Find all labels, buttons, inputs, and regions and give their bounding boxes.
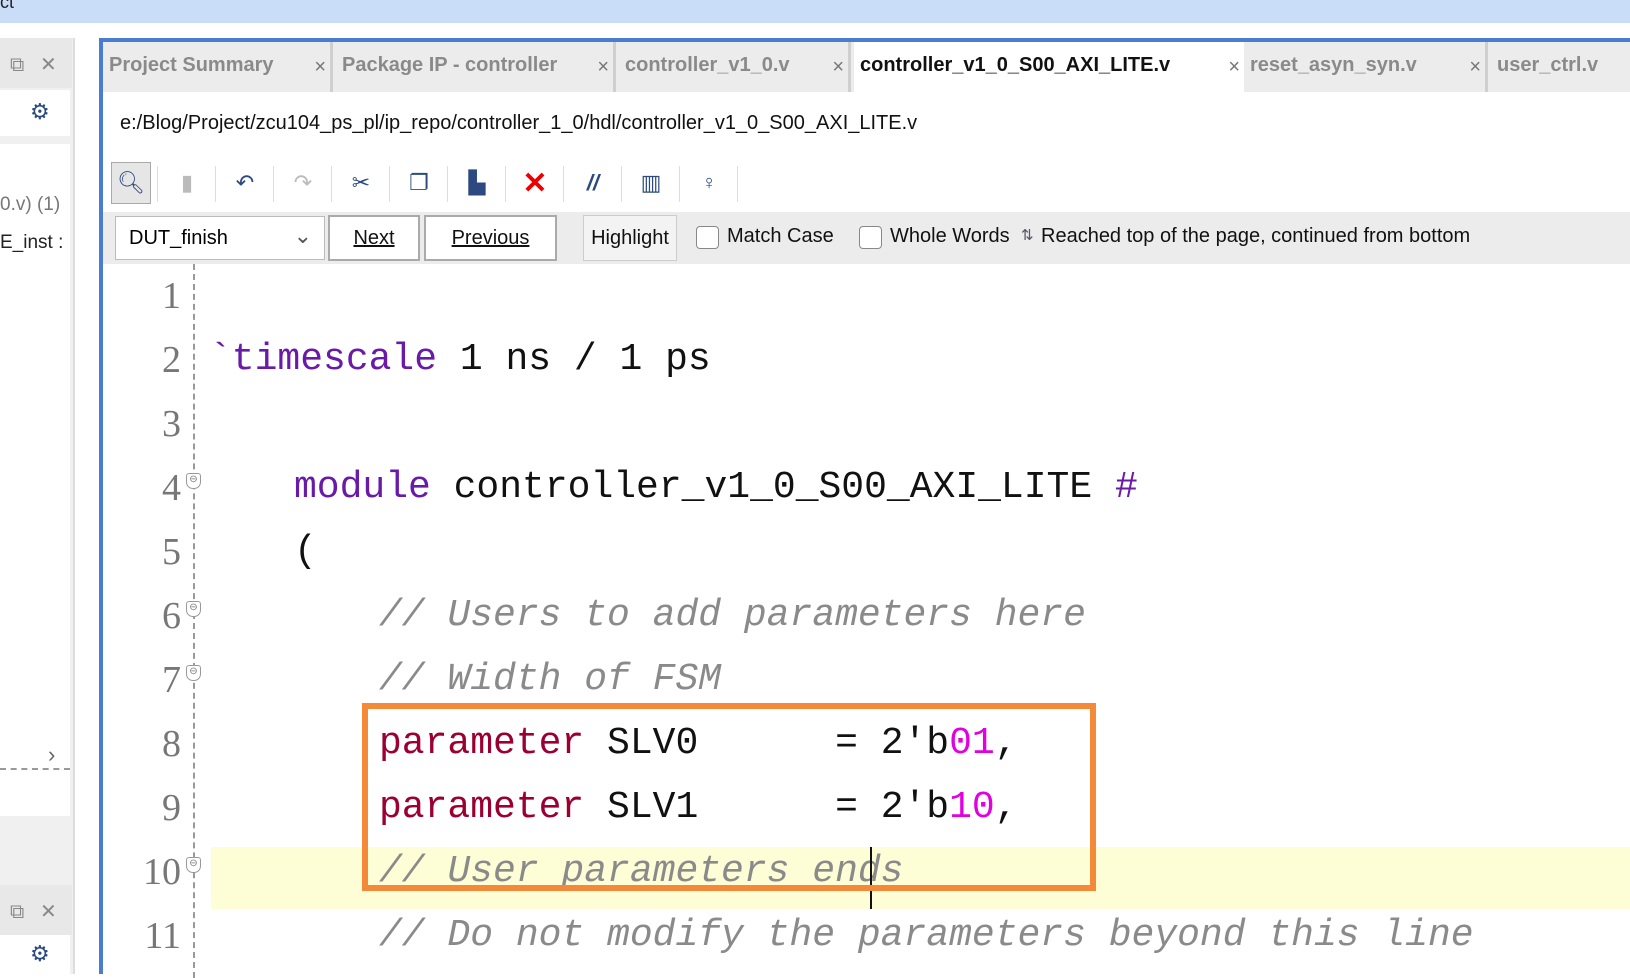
tab-label: user_ctrl.v <box>1497 54 1599 76</box>
panel-header: ⧉ ✕ <box>0 885 72 935</box>
search-icon[interactable]: 🔍︎ <box>111 162 151 204</box>
code-line-6: // Users to add parameters here <box>379 594 1086 637</box>
previous-button[interactable]: Previous <box>424 215 557 261</box>
tab-user-ctrl[interactable]: user_ctrl.v <box>1491 42 1630 92</box>
code-text: # <box>1114 466 1138 509</box>
file-path: e:/Blog/Project/zcu104_ps_pl/ip_repo/con… <box>120 112 918 134</box>
float-icon[interactable]: ⧉ <box>10 54 24 77</box>
close-icon[interactable]: × <box>1469 56 1481 79</box>
tab-reset-asyn-syn[interactable]: reset_asyn_syn.v × <box>1244 42 1488 92</box>
whole-words-label[interactable]: Whole Words <box>890 225 1010 248</box>
next-label: Next <box>353 226 395 249</box>
gear-icon[interactable]: ⚙ <box>30 99 50 125</box>
line-number: 5 <box>162 531 181 573</box>
fold-icon[interactable]: ⊖ <box>186 473 201 489</box>
comment-icon[interactable]: // <box>573 162 613 204</box>
tab-controller-s00-axi-lite[interactable]: controller_v1_0_S00_AXI_LITE.v × <box>854 42 1244 92</box>
panel-header: ⧉ ✕ <box>0 38 72 88</box>
code-line-11: // Do not modify the parameters beyond t… <box>379 914 1474 957</box>
next-button[interactable]: Next <box>328 215 420 261</box>
line-number: 9 <box>162 787 181 829</box>
fold-icon[interactable]: ⊖ <box>186 857 201 873</box>
close-icon[interactable]: × <box>314 56 326 79</box>
match-case-checkbox[interactable] <box>696 226 719 249</box>
search-query: DUT_finish <box>129 227 228 249</box>
undo-icon[interactable]: ↶ <box>225 162 265 204</box>
close-icon[interactable]: × <box>1228 56 1240 79</box>
code-editor[interactable]: 1 2 3 4 5 6 7 8 9 10 11 ⊖ ⊖ ⊖ ⊖ `timescale 1 ns / … <box>103 264 1630 978</box>
tab-project-summary[interactable]: Project Summary × <box>103 42 333 92</box>
code-text: 1 ns / 1 ps <box>437 338 711 381</box>
line-number: 3 <box>162 403 181 445</box>
line-number: 6 <box>162 595 181 637</box>
window-title: ct <box>0 0 15 12</box>
tab-label: Project Summary <box>109 54 274 76</box>
tab-label: Package IP - controller <box>342 54 558 76</box>
highlight-label: Highlight <box>591 226 669 249</box>
match-case-label[interactable]: Match Case <box>727 225 834 248</box>
close-icon[interactable]: ✕ <box>40 899 57 924</box>
code-line-5: ( <box>294 530 317 573</box>
title-bar: ct <box>0 0 1630 23</box>
wrap-icon: ⇅ <box>1021 227 1034 244</box>
previous-label: Previous <box>451 226 530 249</box>
save-icon[interactable]: ▮ <box>167 162 207 204</box>
highlight-button[interactable]: Highlight <box>583 215 677 261</box>
line-number: 11 <box>144 915 181 957</box>
close-icon[interactable]: × <box>832 56 844 79</box>
tree-item[interactable]: E_inst : <box>0 232 63 254</box>
tab-label: reset_asyn_syn.v <box>1250 54 1417 76</box>
lightbulb-icon[interactable]: ♀ <box>689 162 729 204</box>
delete-icon[interactable]: ✕ <box>515 162 555 204</box>
panel-toolbar: ⚙ <box>0 90 70 136</box>
tab-label: controller_v1_0.v <box>625 54 790 76</box>
cut-icon[interactable]: ✂ <box>341 162 381 204</box>
editor-panel: Project Summary × Package IP - controller… <box>99 38 1630 978</box>
directive: `timescale <box>209 338 438 381</box>
tab-package-ip[interactable]: Package IP - controller × <box>336 42 616 92</box>
paste-icon[interactable]: ▙ <box>457 162 497 204</box>
divider <box>0 768 70 770</box>
find-bar: DUT_finish ⌄ Next Previous Highlight Matc… <box>103 212 1630 264</box>
fold-icon[interactable]: ⊖ <box>186 601 201 617</box>
annotation-box <box>362 703 1096 891</box>
left-panel: ⧉ ✕ ⚙ 0.v) (1) E_inst : › ⧉ ✕ ⚙ <box>0 38 75 975</box>
tab-label: controller_v1_0_S00_AXI_LITE.v <box>860 54 1171 76</box>
redo-icon[interactable]: ↷ <box>283 162 323 204</box>
code-text: controller_v1_0_S00_AXI_LITE <box>430 466 1115 509</box>
line-number: 7 <box>162 659 181 701</box>
search-input[interactable]: DUT_finish ⌄ <box>115 216 325 260</box>
line-number: 8 <box>162 723 181 765</box>
chevron-down-icon[interactable]: ⌄ <box>294 223 312 249</box>
close-icon[interactable]: ✕ <box>40 52 57 77</box>
whole-words-checkbox[interactable] <box>859 226 882 249</box>
float-icon[interactable]: ⧉ <box>10 901 24 924</box>
copy-icon[interactable]: ❐ <box>399 162 439 204</box>
editor-toolbar: 🔍︎ ▮ ↶ ↷ ✂ ❐ ▙ ✕ // ▥ ♀ <box>103 162 1630 206</box>
fold-icon[interactable]: ⊖ <box>186 665 201 681</box>
chevron-right-icon[interactable]: › <box>48 742 55 768</box>
column-select-icon[interactable]: ▥ <box>631 162 671 204</box>
code-line-4: module controller_v1_0_S00_AXI_LITE # <box>294 456 1138 520</box>
search-status: Reached top of the page, continued from … <box>1041 225 1471 247</box>
tree-item[interactable]: 0.v) (1) <box>0 194 60 216</box>
panel-toolbar: ⚙ <box>0 935 70 975</box>
close-icon[interactable]: × <box>597 56 609 79</box>
panel-content: 0.v) (1) E_inst : › <box>0 144 70 816</box>
line-number: 10 <box>143 851 181 893</box>
tab-controller-v1-0[interactable]: controller_v1_0.v × <box>619 42 851 92</box>
line-number: 1 <box>162 275 181 317</box>
tab-bar: Project Summary × Package IP - controller… <box>103 42 1630 92</box>
line-number: 2 <box>162 339 181 381</box>
gear-icon[interactable]: ⚙ <box>30 941 50 967</box>
line-number: 4 <box>162 467 181 509</box>
keyword: module <box>294 466 431 509</box>
code-line-2: `timescale 1 ns / 1 ps <box>209 328 711 392</box>
